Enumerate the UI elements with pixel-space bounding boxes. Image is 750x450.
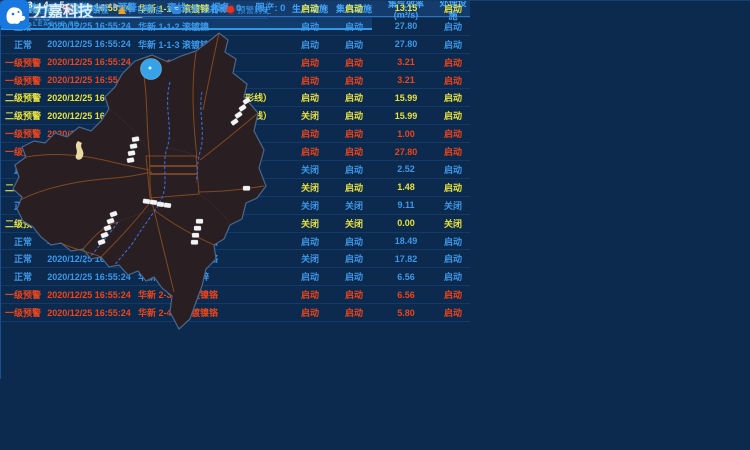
cell-eff: 3.21 [376, 75, 436, 85]
cell-gas: 启动 [332, 74, 376, 87]
cell-prod: 启动 [288, 306, 332, 319]
cell-prod: 启动 [288, 91, 332, 104]
cell-prod: 关闭 [288, 109, 332, 122]
cell-gas: 启动 [332, 235, 376, 248]
cell-gas: 启动 [332, 181, 376, 194]
cell-gas: 启动 [332, 109, 376, 122]
cell-eff: 3.21 [376, 57, 436, 67]
cell-treat: 启动 [436, 74, 470, 87]
cell-treat: 启动 [436, 2, 470, 15]
cell-prod: 启动 [288, 74, 332, 87]
cell-treat: 启动 [436, 127, 470, 140]
cell-treat: 启动 [436, 38, 470, 51]
cell-prod: 启动 [288, 2, 332, 15]
cell-treat: 关闭 [436, 199, 470, 212]
cell-eff: 0.00 [376, 218, 436, 228]
cell-prod: 关闭 [288, 163, 332, 176]
cell-gas: 启动 [332, 38, 376, 51]
cell-eff: 13.15 [376, 3, 436, 13]
cell-prod: 启动 [288, 127, 332, 140]
cell-treat: 启动 [436, 163, 470, 176]
cell-prod: 关闭 [288, 217, 332, 230]
cell-prod: 启动 [288, 56, 332, 69]
cell-prod: 启动 [288, 38, 332, 51]
cell-eff: 2.52 [376, 164, 436, 174]
cell-gas: 启动 [332, 252, 376, 265]
cell-eff: 6.56 [376, 290, 436, 300]
cell-gas: 关闭 [332, 217, 376, 230]
cell-prod: 启动 [288, 145, 332, 158]
cell-gas: 关闭 [332, 199, 376, 212]
cell-prod: 关闭 [288, 252, 332, 265]
cell-prod: 启动 [288, 20, 332, 33]
cell-gas: 启动 [332, 127, 376, 140]
cell-eff: 1.00 [376, 129, 436, 139]
cell-treat: 关闭 [436, 217, 470, 230]
cell-gas: 启动 [332, 91, 376, 104]
cell-prod: 关闭 [288, 181, 332, 194]
cell-prod: 关闭 [288, 199, 332, 212]
cell-treat: 启动 [436, 306, 470, 319]
cell-gas: 启动 [332, 20, 376, 33]
cell-prod: 启动 [288, 235, 332, 248]
cell-treat: 启动 [436, 252, 470, 265]
cell-treat: 启动 [436, 20, 470, 33]
cell-eff: 15.99 [376, 111, 436, 121]
cell-gas: 启动 [332, 270, 376, 283]
cell-treat: 启动 [436, 109, 470, 122]
cell-eff: 27.80 [376, 39, 436, 49]
cell-gas: 启动 [332, 163, 376, 176]
map-highlight-marker[interactable] [141, 59, 162, 80]
district-outline [13, 33, 266, 329]
cell-eff: 1.48 [376, 182, 436, 192]
cell-treat: 启动 [436, 91, 470, 104]
cell-eff: 15.99 [376, 93, 436, 103]
district-map[interactable] [0, 0, 272, 360]
cell-eff: 17.82 [376, 254, 436, 264]
cell-treat: 启动 [436, 288, 470, 301]
cell-gas: 启动 [332, 306, 376, 319]
cell-treat: 启动 [436, 56, 470, 69]
cell-treat: 启动 [436, 181, 470, 194]
cell-treat: 启动 [436, 270, 470, 283]
cell-gas: 启动 [332, 288, 376, 301]
cell-eff: 6.56 [376, 272, 436, 282]
cell-prod: 启动 [288, 288, 332, 301]
cell-eff: 27.80 [376, 147, 436, 157]
cell-treat: 启动 [436, 235, 470, 248]
cell-eff: 9.11 [376, 200, 436, 210]
cell-eff: 18.49 [376, 236, 436, 246]
cell-prod: 启动 [288, 270, 332, 283]
cell-treat: 启动 [436, 145, 470, 158]
cell-eff: 27.80 [376, 21, 436, 31]
cell-eff: 5.80 [376, 308, 436, 318]
cell-gas: 启动 [332, 56, 376, 69]
cell-gas: 启动 [332, 2, 376, 15]
cell-gas: 启动 [332, 145, 376, 158]
